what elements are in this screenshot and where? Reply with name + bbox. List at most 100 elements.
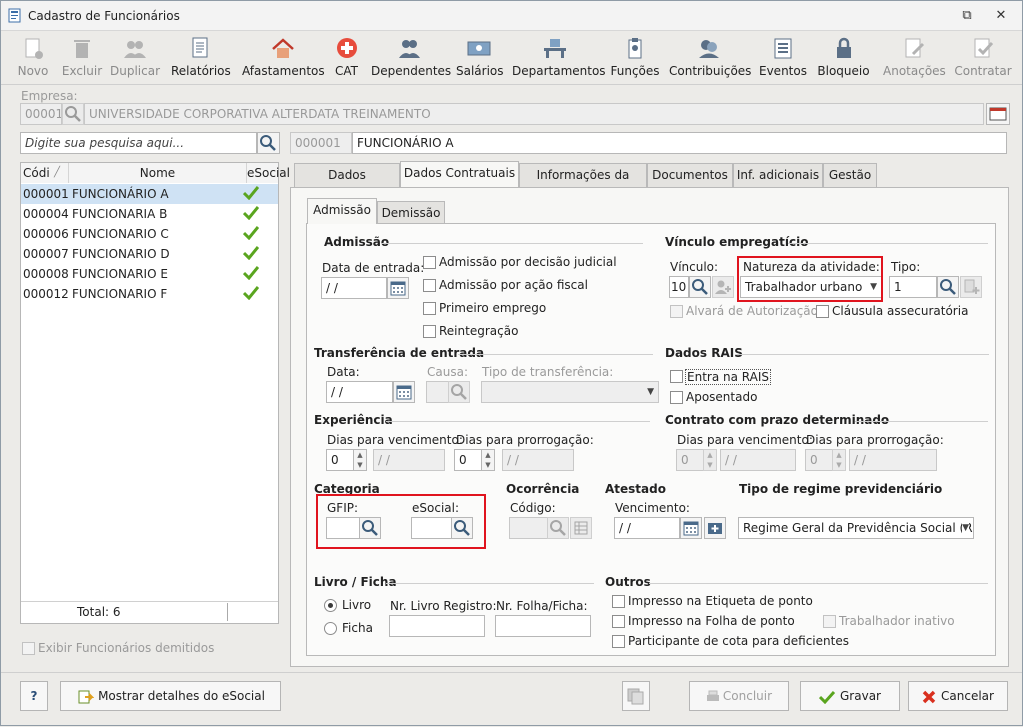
empresa-details-button[interactable]	[986, 103, 1010, 125]
employee-name-field[interactable]: FUNCIONÁRIO A	[352, 132, 1007, 154]
grid-header-code[interactable]: Códi ╱	[21, 163, 69, 183]
toolbar-button-salarios[interactable]: Salários	[456, 34, 504, 80]
toolbar-button-afastamentos[interactable]: Afastamentos	[242, 34, 325, 80]
contribution-icon	[699, 40, 719, 58]
check-icon	[243, 266, 259, 280]
money-icon	[467, 41, 491, 56]
row-code: 000001	[23, 187, 69, 201]
toolbar-label: Funções	[610, 64, 660, 78]
toolbar-button-funcoes[interactable]: Funções	[609, 34, 661, 80]
grid-header-esocial[interactable]: eSocial	[247, 163, 290, 183]
mostrar-esocial-button[interactable]: Mostrar detalhes do eSocial	[60, 681, 281, 711]
row-name: FUNCIONARIO F	[72, 287, 168, 301]
window-title: Cadastro de Funcionários	[28, 9, 180, 23]
search-input[interactable]: Digite sua pesquisa aqui...	[20, 132, 257, 154]
toolbar-label: Anotações	[883, 64, 946, 78]
toolbar-button-dependentes[interactable]: Dependentes	[371, 34, 451, 80]
app-icon	[8, 8, 21, 23]
tab-inf-adicionais[interactable]: Inf. adicionais	[733, 163, 823, 187]
toolbar-button-novo: Novo	[14, 34, 52, 80]
table-row[interactable]: 000008 FUNCIONARIO E	[21, 264, 278, 284]
subtab-admissao[interactable]: Admissão	[307, 198, 377, 224]
row-code: 000006	[23, 227, 69, 241]
copy-icon	[627, 688, 644, 705]
table-row[interactable]: 000004 FUNCIONARIA B	[21, 204, 278, 224]
search-button[interactable]	[257, 132, 280, 154]
check-icon	[243, 206, 259, 220]
check-icon	[243, 286, 259, 300]
lock-icon	[836, 37, 851, 58]
duplicate-icon	[124, 41, 146, 58]
desk-icon	[544, 39, 566, 58]
toolbar-button-cat[interactable]: CAT	[331, 34, 362, 80]
check-icon	[243, 186, 259, 200]
grid-footer-divider	[21, 601, 278, 602]
toolbar-label: CAT	[335, 64, 358, 78]
toolbar-button-eventos[interactable]: Eventos	[758, 34, 808, 80]
tab-gestao[interactable]: Gestão	[823, 163, 877, 187]
report-icon	[192, 37, 208, 58]
search-icon	[65, 106, 81, 122]
toolbar-label: Excluir	[61, 64, 103, 78]
toolbar-label: Novo	[17, 64, 49, 78]
empresa-label: Empresa:	[21, 89, 78, 103]
people-icon	[399, 40, 420, 58]
exibir-demitidos-label: Exibir Funcionários demitidos	[38, 641, 215, 655]
table-row[interactable]: 000012 FUNCIONARIO F	[21, 284, 278, 304]
help-button[interactable]: ?	[20, 681, 48, 711]
table-row[interactable]: 000007 FUNCIONARIO D	[21, 244, 278, 264]
toolbar-label: Bloqueio	[817, 64, 870, 78]
toolbar-label: Afastamentos	[242, 64, 325, 78]
subtab-demissao[interactable]: Demissão	[377, 201, 445, 225]
empresa-name-field: UNIVERSIDADE CORPORATIVA ALTERDATA TREIN…	[84, 103, 984, 125]
gravar-button[interactable]: Gravar	[800, 681, 900, 711]
tab-documentos[interactable]: Documentos	[647, 163, 733, 187]
new-icon	[25, 38, 43, 59]
toolbar-label: Departamentos	[512, 64, 606, 78]
row-name: FUNCIONÁRIO A	[72, 187, 169, 201]
toolbar-label: Duplicar	[110, 64, 161, 78]
cross-icon	[336, 38, 357, 58]
employee-code-field: 000001	[290, 132, 352, 154]
grid-header-name[interactable]: Nome	[69, 163, 247, 183]
grid-total: Total: 6	[77, 605, 121, 619]
subtab-panel	[306, 223, 996, 656]
empresa-code-field: 00001	[20, 103, 62, 125]
toolbar-label: Contratar	[954, 64, 1012, 78]
row-name: FUNCIONARIA B	[72, 207, 168, 221]
row-code: 000012	[23, 287, 69, 301]
esocial-export-icon	[76, 688, 95, 706]
tab-dados-contratuais[interactable]: Dados Contratuais	[400, 161, 519, 187]
row-code: 000007	[23, 247, 69, 261]
toolbar-label: Contribuições	[669, 64, 752, 78]
tab-dados-cadastrais[interactable]: Dados Cadastrais	[294, 163, 400, 204]
row-name: FUNCIONARIO E	[72, 267, 168, 281]
employee-grid: Códi ╱ Nome eSocial 000001 FUNCIONÁRIO A …	[20, 162, 290, 624]
restore-icon[interactable]: ⧉	[958, 7, 976, 25]
table-row[interactable]: 000001 FUNCIONÁRIO A	[21, 184, 278, 204]
toolbar-button-relatorios[interactable]: Relatórios	[171, 34, 231, 80]
exibir-demitidos-checkbox[interactable]	[22, 642, 35, 655]
check-icon	[819, 690, 835, 704]
cancelar-button[interactable]: Cancelar	[908, 681, 1008, 711]
check-icon	[243, 246, 259, 260]
copy-button	[622, 681, 650, 711]
close-icon[interactable]: ✕	[992, 7, 1010, 25]
toolbar-button-departamentos[interactable]: Departamentos	[512, 34, 606, 80]
main-window: Cadastro de Funcionários ⧉ ✕ Novo Excluir…	[0, 0, 1023, 726]
toolbar-label: Eventos	[759, 64, 807, 78]
note-icon	[905, 38, 925, 58]
toolbar-button-contratar: Contratar	[954, 34, 1012, 80]
toolbar-button-bloqueio[interactable]: Bloqueio	[816, 34, 871, 80]
house-icon	[272, 38, 294, 58]
tab-informacoes-da-folha[interactable]: Informações da folha	[519, 163, 647, 204]
search-icon	[260, 135, 276, 151]
grid-footer-sep	[227, 603, 228, 621]
toolbar-divider	[1, 84, 1022, 85]
title-bar: Cadastro de Funcionários ⧉ ✕	[1, 1, 1022, 31]
row-name: FUNCIONARIO D	[72, 247, 170, 261]
window-icon	[989, 107, 1007, 121]
toolbar-button-contribuicoes[interactable]: Contribuições	[669, 34, 752, 80]
table-row[interactable]: 000006 FUNCIONARIO C	[21, 224, 278, 244]
toolbar: Novo Excluir Duplicar Relatórios Afastamento…	[1, 32, 1022, 82]
